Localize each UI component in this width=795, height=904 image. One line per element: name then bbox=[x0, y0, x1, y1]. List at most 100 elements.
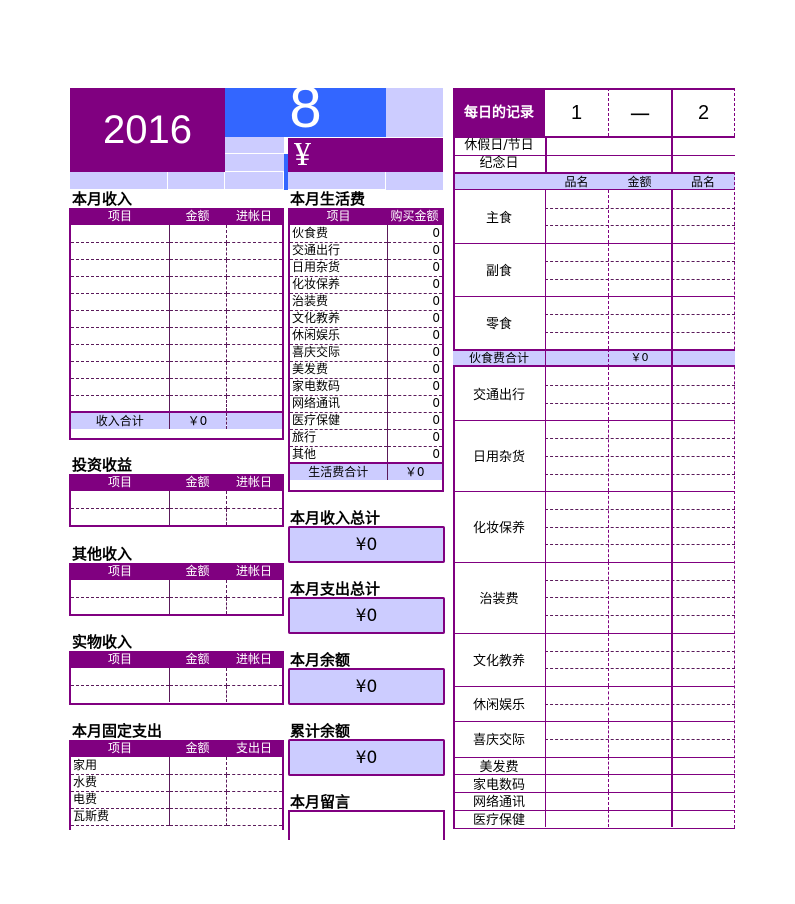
cell-date[interactable] bbox=[226, 310, 282, 328]
cell-amount[interactable] bbox=[169, 491, 227, 509]
entry-name-cell-2[interactable] bbox=[671, 279, 735, 297]
entry-name-cell[interactable] bbox=[545, 597, 608, 615]
cell-amount[interactable]: 0 bbox=[387, 395, 442, 413]
cell-date[interactable] bbox=[226, 580, 282, 598]
cell-item[interactable] bbox=[71, 225, 170, 243]
entry-name-cell-2[interactable] bbox=[671, 704, 735, 722]
entry-name-cell-2[interactable] bbox=[671, 225, 735, 243]
entry-name-cell-2[interactable] bbox=[671, 456, 735, 474]
entry-amount-cell[interactable] bbox=[608, 456, 671, 474]
cell-amount[interactable]: 0 bbox=[387, 293, 442, 311]
entry-amount-cell[interactable] bbox=[608, 474, 671, 492]
cell-item[interactable] bbox=[71, 395, 170, 412]
entry-amount-cell[interactable] bbox=[608, 420, 671, 438]
entry-amount-cell[interactable] bbox=[608, 739, 671, 757]
cell-item[interactable] bbox=[71, 242, 170, 260]
entry-name-cell-2[interactable] bbox=[671, 296, 735, 314]
entry-name-cell-2[interactable] bbox=[671, 792, 735, 810]
cell-amount[interactable]: 0 bbox=[387, 344, 442, 362]
cell-amount[interactable]: 0 bbox=[387, 225, 442, 243]
entry-amount-cell[interactable] bbox=[608, 597, 671, 615]
cell-amount[interactable]: 0 bbox=[387, 259, 442, 277]
entry-amount-cell[interactable] bbox=[608, 792, 671, 810]
cell-date[interactable] bbox=[226, 491, 282, 509]
entry-amount-cell[interactable] bbox=[608, 544, 671, 562]
cell-item[interactable] bbox=[71, 491, 170, 509]
entry-name-cell[interactable] bbox=[545, 225, 608, 243]
entry-amount-cell[interactable] bbox=[608, 721, 671, 739]
cell-date[interactable] bbox=[226, 327, 282, 345]
cell-date[interactable] bbox=[226, 757, 282, 775]
entry-name-cell[interactable] bbox=[545, 739, 608, 757]
cell-amount[interactable]: 0 bbox=[387, 242, 442, 260]
entry-amount-cell[interactable] bbox=[608, 332, 671, 350]
entry-amount-cell[interactable] bbox=[608, 704, 671, 722]
entry-name-cell-2[interactable] bbox=[671, 491, 735, 509]
entry-amount-cell[interactable] bbox=[608, 774, 671, 792]
cell-item[interactable] bbox=[71, 344, 170, 362]
entry-name-cell-2[interactable] bbox=[671, 562, 735, 580]
entry-amount-cell[interactable] bbox=[608, 668, 671, 686]
entry-amount-cell[interactable] bbox=[608, 810, 671, 828]
entry-name-cell[interactable] bbox=[545, 474, 608, 492]
cell-amount[interactable] bbox=[169, 276, 227, 294]
entry-name-cell[interactable] bbox=[545, 615, 608, 633]
cell-amount[interactable] bbox=[169, 597, 227, 614]
cell-item[interactable] bbox=[71, 378, 170, 396]
entry-name-cell-2[interactable] bbox=[671, 668, 735, 686]
cell-amount[interactable]: 0 bbox=[387, 378, 442, 396]
entry-amount-cell[interactable] bbox=[608, 243, 671, 261]
entry-name-cell[interactable] bbox=[545, 562, 608, 580]
cell-date[interactable] bbox=[226, 242, 282, 260]
cell-amount[interactable] bbox=[169, 395, 227, 412]
entry-name-cell-2[interactable] bbox=[671, 633, 735, 651]
entry-name-cell[interactable] bbox=[545, 385, 608, 403]
cell-date[interactable] bbox=[226, 276, 282, 294]
entry-amount-cell[interactable] bbox=[608, 279, 671, 297]
anniversary-cell-1[interactable] bbox=[545, 156, 671, 172]
cell-amount[interactable] bbox=[169, 378, 227, 396]
entry-amount-cell[interactable] bbox=[608, 261, 671, 279]
entry-name-cell-2[interactable] bbox=[671, 580, 735, 598]
entry-name-cell-2[interactable] bbox=[671, 474, 735, 492]
cell-date[interactable] bbox=[226, 685, 282, 702]
entry-name-cell-2[interactable] bbox=[671, 208, 735, 226]
entry-name-cell-2[interactable] bbox=[671, 190, 735, 208]
entry-name-cell-2[interactable] bbox=[671, 651, 735, 669]
entry-amount-cell[interactable] bbox=[608, 651, 671, 669]
entry-name-cell[interactable] bbox=[545, 491, 608, 509]
entry-amount-cell[interactable] bbox=[608, 580, 671, 598]
entry-name-cell[interactable] bbox=[545, 420, 608, 438]
cell-amount[interactable]: 0 bbox=[387, 429, 442, 447]
entry-amount-cell[interactable] bbox=[608, 190, 671, 208]
cell-item[interactable] bbox=[71, 685, 170, 702]
cell-amount[interactable] bbox=[169, 361, 227, 379]
holiday-cell-1[interactable] bbox=[545, 138, 671, 155]
cell-date[interactable] bbox=[226, 668, 282, 686]
cell-amount[interactable] bbox=[169, 327, 227, 345]
entry-name-cell[interactable] bbox=[545, 208, 608, 226]
entry-amount-cell[interactable] bbox=[608, 385, 671, 403]
entry-amount-cell[interactable] bbox=[608, 367, 671, 385]
cell-date[interactable] bbox=[226, 293, 282, 311]
entry-name-cell[interactable] bbox=[545, 721, 608, 739]
cell-item[interactable] bbox=[71, 259, 170, 277]
entry-name-cell[interactable] bbox=[545, 527, 608, 545]
cell-amount[interactable]: 0 bbox=[387, 276, 442, 294]
entry-amount-cell[interactable] bbox=[608, 208, 671, 226]
cell-amount[interactable]: 0 bbox=[387, 327, 442, 345]
entry-name-cell[interactable] bbox=[545, 438, 608, 456]
entry-name-cell-2[interactable] bbox=[671, 261, 735, 279]
cell-amount[interactable] bbox=[169, 668, 227, 686]
cell-date[interactable] bbox=[226, 225, 282, 243]
entry-name-cell[interactable] bbox=[545, 651, 608, 669]
entry-name-cell-2[interactable] bbox=[671, 757, 735, 775]
entry-name-cell[interactable] bbox=[545, 509, 608, 527]
cell-amount[interactable]: 0 bbox=[387, 361, 442, 379]
entry-name-cell[interactable] bbox=[545, 686, 608, 704]
cell-date[interactable] bbox=[226, 774, 282, 792]
holiday-cell-2[interactable] bbox=[671, 138, 735, 155]
entry-amount-cell[interactable] bbox=[608, 615, 671, 633]
cell-item[interactable] bbox=[71, 293, 170, 311]
cell-amount[interactable] bbox=[169, 580, 227, 598]
